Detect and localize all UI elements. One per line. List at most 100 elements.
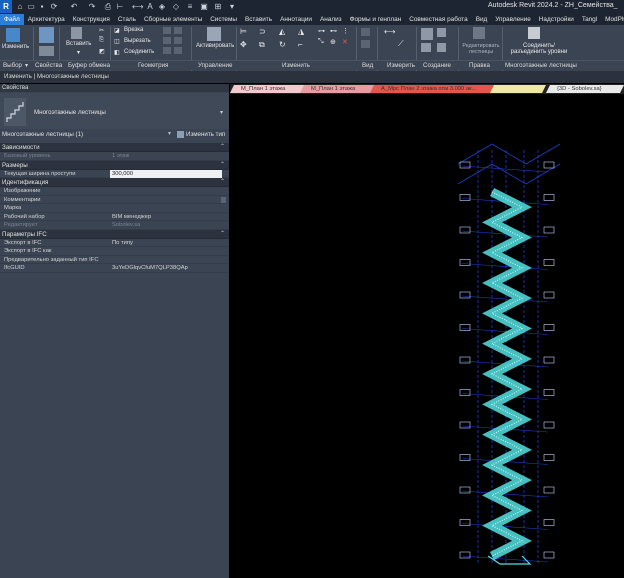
cope-icon[interactable]: ◪ (114, 27, 120, 34)
scale-icon[interactable]: ⤡ (318, 38, 324, 46)
modify-cursor-icon[interactable] (6, 28, 20, 42)
text-icon[interactable]: A (146, 2, 154, 11)
move-icon[interactable]: ✥ (240, 40, 247, 49)
tab-systems[interactable]: Системы (206, 14, 241, 25)
tab-massing-site[interactable]: Формы и генплан (346, 14, 406, 25)
tab-modplus[interactable]: ModPlus (601, 14, 624, 25)
copy-icon[interactable]: ⎘ (99, 37, 104, 44)
switch-windows-icon[interactable]: ⊞ (214, 2, 222, 11)
tab-insert[interactable]: Вставить (241, 14, 276, 25)
array-icon[interactable]: ⋮ (342, 27, 349, 35)
dimension-tool-icon[interactable]: ⟋ (398, 39, 404, 49)
paste-dropdown-icon[interactable]: ▾ (77, 49, 80, 56)
offset-icon[interactable]: ⊃ (259, 27, 266, 36)
paste-button[interactable]: Вставить (66, 41, 91, 47)
type-dropdown-icon[interactable]: ▾ (220, 109, 223, 116)
collapse-icon[interactable]: ⌃ (220, 230, 225, 239)
instance-filter-dropdown[interactable]: Многоэтажные лестницы (1) (2, 130, 174, 139)
view-tab-blank[interactable] (490, 85, 546, 93)
tab-structure[interactable]: Конструкция (69, 14, 114, 25)
geometry-tool-icon[interactable] (174, 47, 182, 54)
customize-qat-icon[interactable]: ▾ (228, 2, 236, 11)
properties-icon[interactable] (39, 27, 54, 43)
mirror-draw-icon[interactable]: ◮ (298, 27, 304, 36)
save-icon[interactable]: ▪ (38, 2, 46, 11)
trim-icon[interactable]: ⌐ (298, 40, 303, 49)
home-icon[interactable]: ⌂ (16, 2, 24, 11)
tab-steel[interactable]: Сталь (114, 14, 140, 25)
comments-edit-icon[interactable] (221, 196, 226, 203)
cut-geometry-button[interactable]: Вырезать (124, 38, 151, 44)
tab-architecture[interactable]: Архитектура (24, 14, 69, 25)
rotate-icon[interactable]: ↻ (279, 40, 286, 49)
override-graphics-icon[interactable] (361, 40, 370, 48)
tab-annotate[interactable]: Аннотации (276, 14, 316, 25)
property-value[interactable]: 3uYeDGlqvCfuM7QLP38QAp (112, 264, 188, 273)
create-similar-icon[interactable] (437, 43, 446, 52)
pin-icon[interactable]: ⊕ (330, 38, 336, 46)
stair-3d-view[interactable] (230, 94, 624, 578)
geometry-tool-icon[interactable] (163, 37, 171, 44)
join-icon[interactable]: ◧ (114, 49, 120, 56)
section-icon[interactable]: ◇ (172, 2, 180, 11)
undo-icon[interactable]: ↶ (70, 2, 78, 11)
sync-icon[interactable]: ⟳ (50, 2, 58, 11)
3d-view-icon[interactable]: ◈ (158, 2, 166, 11)
property-value[interactable]: BIM менеджер (112, 213, 151, 222)
geometry-tool-icon[interactable] (163, 47, 171, 54)
type-properties-icon[interactable] (39, 46, 54, 56)
dimension-icon[interactable]: ⟷ (132, 2, 143, 11)
group-dimensions[interactable]: Размеры ⌃ (0, 160, 229, 170)
split-gap-icon[interactable]: ⊷ (330, 27, 337, 35)
tab-view[interactable]: Вид (472, 14, 492, 25)
type-selector[interactable]: Многоэтажные лестницы ▾ (0, 93, 229, 131)
copy-element-icon[interactable]: ⧉ (259, 40, 265, 50)
split-icon[interactable]: ⊶ (318, 27, 325, 35)
measure-tool-icon[interactable]: ⟷ (384, 27, 395, 36)
print-icon[interactable]: ⎙ (104, 2, 112, 11)
align-icon[interactable]: ⊨ (240, 27, 247, 36)
open-icon[interactable]: ▭ (27, 2, 35, 11)
group-ifc-parameters[interactable]: Параметры IFC ⌃ (0, 229, 229, 239)
panel-select[interactable]: Выбор (3, 62, 22, 69)
revit-logo[interactable]: R (0, 0, 12, 13)
thin-lines-icon[interactable]: ≡ (186, 2, 194, 11)
tread-width-input[interactable]: 300,000 (110, 169, 222, 178)
collapse-icon[interactable]: ⌃ (220, 143, 225, 152)
activate-button[interactable]: Активировать (196, 43, 234, 49)
group-constraints[interactable]: Зависимости ⌃ (0, 143, 229, 152)
measure-icon[interactable]: ⊢ (116, 2, 124, 11)
geometry-tool-icon[interactable] (163, 27, 171, 34)
panel-select-dropdown-icon[interactable]: ▾ (25, 62, 28, 69)
tab-analyze[interactable]: Анализ (316, 14, 346, 25)
property-value[interactable]: По типу (112, 239, 133, 248)
tab-precast[interactable]: Сборные элементы (140, 14, 206, 25)
cut-tool-icon[interactable]: ✂ (99, 27, 104, 34)
tab-tangl[interactable]: Tangl (578, 14, 601, 25)
collapse-icon[interactable]: ⌃ (220, 178, 225, 187)
group-identity[interactable]: Идентификация ⌃ (0, 178, 229, 187)
hide-element-icon[interactable] (361, 28, 370, 36)
geometry-tool-icon[interactable] (174, 37, 182, 44)
mirror-axis-icon[interactable]: ◭ (279, 27, 285, 36)
edit-type-button[interactable]: Изменить тип (177, 130, 225, 139)
tab-collaborate[interactable]: Совместная работа (405, 14, 471, 25)
connect-levels-button[interactable]: Соединить/разъединить уровни (506, 43, 572, 55)
tab-file[interactable]: Файл (0, 14, 24, 25)
activate-icon[interactable] (207, 27, 221, 41)
modify-button[interactable]: Изменить (2, 44, 29, 50)
paste-icon[interactable] (71, 27, 82, 39)
create-parts-icon[interactable] (437, 28, 446, 37)
redo-icon[interactable]: ↷ (88, 2, 96, 11)
edit-stairs-button[interactable]: Редактировать лестницы (461, 43, 501, 55)
join-button[interactable]: Соединить (124, 49, 154, 55)
tab-addins[interactable]: Надстройки (535, 14, 578, 25)
cut-geometry-icon[interactable]: ◫ (114, 38, 120, 45)
tab-manage[interactable]: Управление (491, 14, 535, 25)
close-windows-icon[interactable]: ▣ (200, 2, 208, 11)
collapse-icon[interactable]: ⌃ (220, 161, 225, 170)
connect-levels-icon[interactable] (528, 27, 540, 39)
create-group-icon[interactable] (421, 43, 431, 52)
match-type-icon[interactable]: ◩ (99, 48, 105, 55)
view-tab-plan-1[interactable]: М_План 1 этажа (230, 85, 308, 93)
